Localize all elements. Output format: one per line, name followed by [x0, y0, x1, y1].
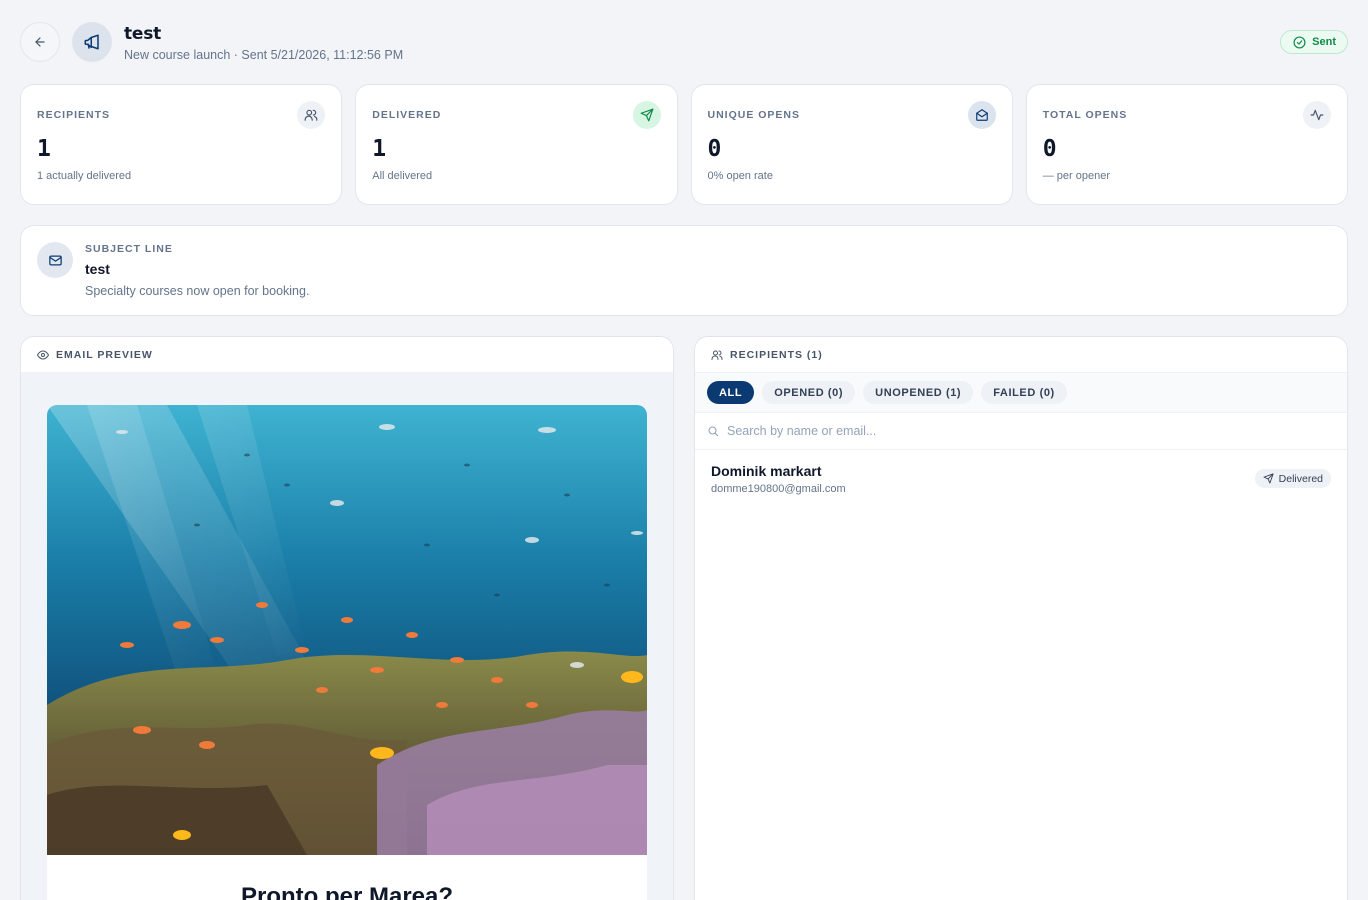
- email-preview-body[interactable]: Pronto per Marea?: [21, 373, 673, 900]
- email-preview-title: EMAIL PREVIEW: [56, 348, 153, 361]
- filter-opened[interactable]: OPENED (0): [762, 381, 856, 404]
- filter-all[interactable]: ALL: [707, 381, 755, 404]
- stat-label: UNIQUE OPENS: [707, 109, 801, 121]
- title-block: test New course launch · Sent 5/21/2026,…: [124, 24, 403, 62]
- delivery-status-badge: Delivered: [1254, 469, 1331, 488]
- back-button[interactable]: [20, 22, 60, 62]
- stat-label: DELIVERED: [372, 109, 442, 121]
- stat-hint: All delivered: [372, 170, 433, 182]
- subject-preheader: Specialty courses now open for booking.: [85, 284, 310, 298]
- search-bar: [695, 413, 1347, 450]
- recipient-name: Dominik markart: [711, 463, 822, 479]
- recipients-panel: RECIPIENTS (1) ALL OPENED (0) UNOPENED (…: [694, 336, 1348, 900]
- send-icon: [1263, 473, 1274, 484]
- hero-image: [47, 405, 647, 855]
- delivery-status-label: Delivered: [1278, 472, 1323, 485]
- stat-icon-badge: [967, 101, 996, 129]
- recipients-title: RECIPIENTS (1): [730, 348, 823, 361]
- stat-value: 0: [1042, 136, 1057, 162]
- mail-icon: [48, 255, 62, 265]
- stat-value: 0: [707, 136, 722, 162]
- page-header: test New course launch · Sent 5/21/2026,…: [20, 22, 1348, 64]
- email-preview-panel: EMAIL PREVIEW Pronto per Marea?: [20, 336, 674, 900]
- users-icon: [304, 109, 318, 121]
- subject-text: SUBJECT LINE test Specialty courses now …: [85, 243, 309, 298]
- campaign-avatar: [72, 22, 112, 62]
- subject-title: test: [85, 261, 110, 277]
- send-icon: [640, 108, 653, 122]
- stat-card-total-opens: TOTAL OPENS 0 — per opener: [1025, 84, 1348, 205]
- recipients-header: RECIPIENTS (1): [695, 337, 1347, 373]
- eye-icon: [37, 350, 49, 359]
- stat-icon-badge: [632, 101, 661, 129]
- subject-card: SUBJECT LINE test Specialty courses now …: [20, 225, 1348, 316]
- filter-tabs: ALL OPENED (0) UNOPENED (1) FAILED (0): [695, 373, 1347, 413]
- status-badge: Sent: [1280, 30, 1348, 54]
- stat-card-recipients: RECIPIENTS 1 1 actually delivered: [20, 84, 343, 205]
- arrow-left-icon: [35, 37, 45, 47]
- stat-value: 1: [372, 136, 387, 162]
- filter-failed[interactable]: FAILED (0): [981, 381, 1067, 404]
- stat-label: RECIPIENTS: [37, 109, 111, 121]
- recipient-email: domme190800@gmail.com: [711, 483, 846, 495]
- stat-label: TOTAL OPENS: [1042, 109, 1128, 121]
- search-icon: [708, 426, 719, 437]
- email-card: Pronto per Marea?: [47, 405, 647, 900]
- users-icon: [711, 350, 723, 360]
- stat-hint: 0% open rate: [707, 170, 773, 182]
- stat-icon-badge: [297, 101, 326, 129]
- stat-hint: — per opener: [1042, 170, 1111, 182]
- stat-card-delivered: DELIVERED 1 All delivered: [355, 84, 678, 205]
- stat-value: 1: [37, 136, 51, 162]
- subject-icon-badge: [37, 242, 73, 278]
- recipient-row[interactable]: Dominik markart domme190800@gmail.com De…: [695, 450, 1347, 508]
- check-circle-icon: [1293, 35, 1306, 49]
- status-badge-label: Sent: [1312, 36, 1336, 48]
- megaphone-icon: [84, 34, 99, 50]
- page-title: test: [124, 24, 162, 44]
- stat-icon-badge: [1303, 101, 1331, 129]
- subject-label: SUBJECT LINE: [85, 243, 173, 255]
- email-headline: Pronto per Marea?: [240, 883, 454, 900]
- mail-open-icon: [975, 109, 988, 121]
- email-preview-header: EMAIL PREVIEW: [21, 337, 673, 373]
- search-input[interactable]: [727, 424, 1335, 438]
- activity-icon: [1310, 109, 1324, 121]
- stats-row: RECIPIENTS 1 1 actually delivered DELIVE…: [20, 84, 1348, 205]
- stat-hint: 1 actually delivered: [37, 170, 132, 182]
- filter-unopened[interactable]: UNOPENED (1): [863, 381, 974, 404]
- stat-card-unique-opens: UNIQUE OPENS 0 0% open rate: [690, 84, 1013, 205]
- page-subtitle: New course launch · Sent 5/21/2026, 11:1…: [124, 48, 404, 62]
